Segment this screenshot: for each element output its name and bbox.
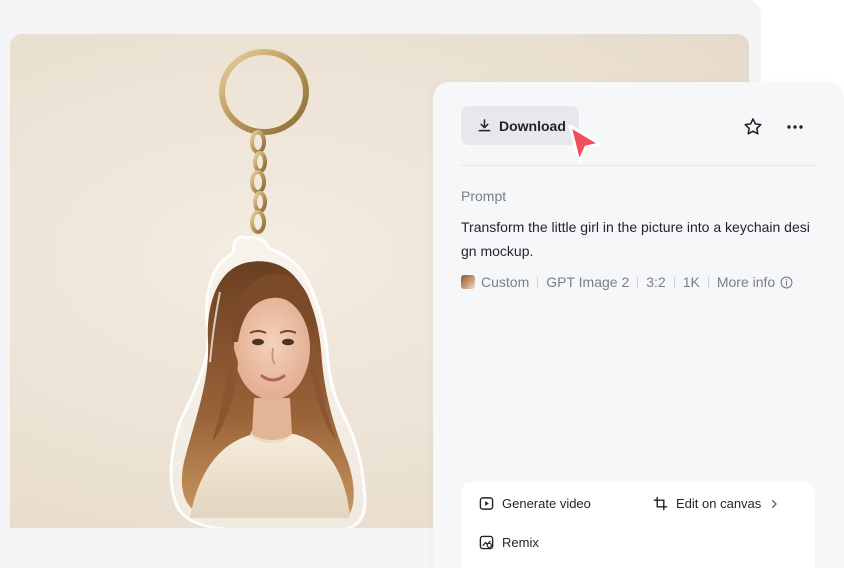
- prompt-text: Transform the little girl in the picture…: [461, 219, 810, 259]
- generate-video-label: Generate video: [502, 496, 591, 511]
- download-icon: [478, 119, 491, 132]
- generate-video-button[interactable]: Generate video: [479, 496, 591, 511]
- meta-resolution: 1K: [682, 274, 700, 290]
- video-icon: [479, 497, 494, 510]
- meta-ratio: 3:2: [646, 274, 666, 290]
- generation-meta: Custom GPT Image 2 3:2 1K More info: [461, 272, 793, 292]
- edit-on-canvas-button[interactable]: Edit on canvas: [653, 496, 779, 511]
- remix-icon: [479, 535, 494, 550]
- more-info-link[interactable]: More info: [717, 274, 775, 290]
- actions-card: Generate video Edit on canvas Remix: [461, 482, 815, 568]
- separator: [673, 276, 675, 288]
- cursor-pointer-icon: [568, 124, 602, 164]
- remix-button[interactable]: Remix: [479, 535, 539, 550]
- download-button[interactable]: Download: [461, 106, 579, 145]
- keychain-illustration: [169, 49, 367, 528]
- meta-style: Custom: [481, 274, 530, 290]
- image-details-panel: Download Prompt Transform the little gir…: [433, 82, 844, 568]
- edit-on-canvas-label: Edit on canvas: [676, 496, 762, 511]
- separator: [537, 276, 539, 288]
- divider: [461, 165, 816, 166]
- separator: [707, 276, 709, 288]
- remix-label: Remix: [502, 535, 539, 550]
- star-icon[interactable]: [742, 116, 764, 138]
- download-label: Download: [499, 117, 566, 134]
- info-icon[interactable]: [780, 276, 793, 289]
- prompt-label: Prompt: [461, 188, 507, 204]
- crop-icon: [653, 496, 668, 511]
- more-icon[interactable]: [786, 118, 804, 136]
- meta-model: GPT Image 2: [546, 274, 630, 290]
- chevron-right-icon: [772, 499, 777, 508]
- style-thumbnail: [461, 275, 475, 289]
- separator: [637, 276, 639, 288]
